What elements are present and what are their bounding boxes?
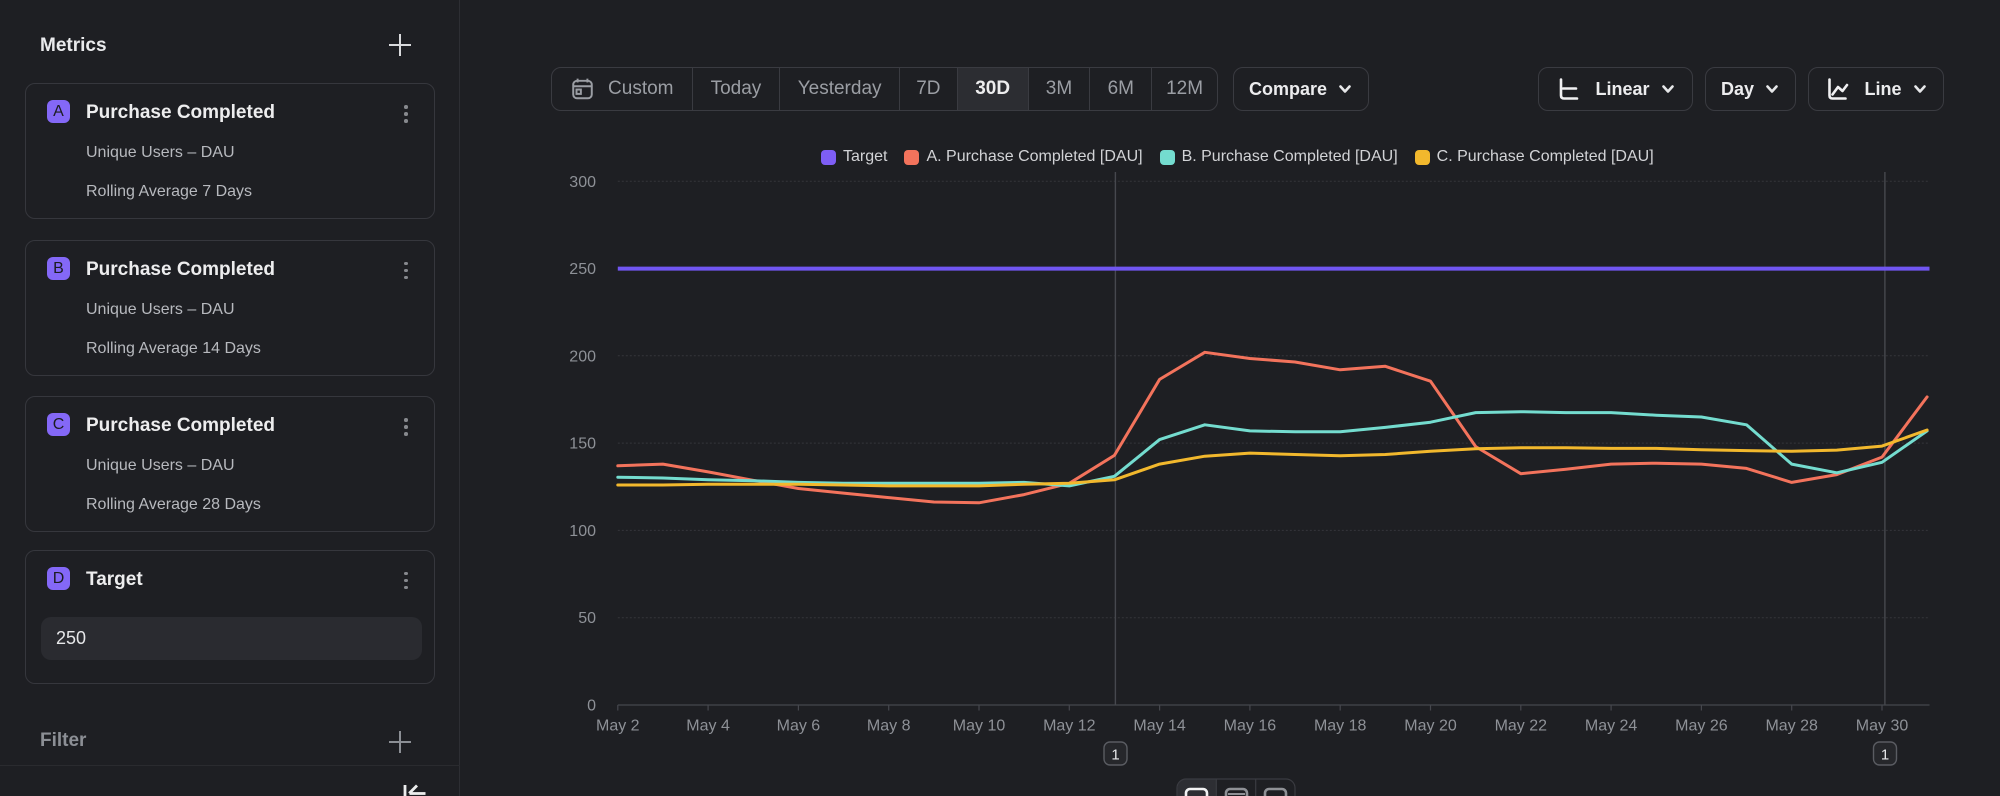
- svg-text:100: 100: [569, 523, 596, 540]
- svg-text:May 12: May 12: [1043, 718, 1096, 735]
- svg-text:May 24: May 24: [1585, 718, 1638, 735]
- svg-text:May 20: May 20: [1404, 718, 1457, 735]
- svg-text:1: 1: [1111, 747, 1119, 764]
- svg-text:May 22: May 22: [1495, 718, 1548, 735]
- svg-text:250: 250: [569, 261, 596, 278]
- svg-text:200: 200: [569, 348, 596, 365]
- svg-text:50: 50: [578, 610, 596, 627]
- svg-text:May 28: May 28: [1765, 718, 1818, 735]
- svg-text:300: 300: [569, 174, 596, 191]
- svg-text:May 4: May 4: [686, 718, 730, 735]
- svg-text:May 2: May 2: [596, 718, 640, 735]
- svg-text:May 18: May 18: [1314, 718, 1367, 735]
- svg-text:150: 150: [569, 436, 596, 453]
- svg-text:May 10: May 10: [953, 718, 1006, 735]
- svg-text:0: 0: [587, 698, 596, 715]
- svg-text:1: 1: [1881, 747, 1889, 764]
- svg-text:May 6: May 6: [777, 718, 821, 735]
- svg-text:May 30: May 30: [1856, 718, 1909, 735]
- svg-text:May 26: May 26: [1675, 718, 1728, 735]
- svg-text:May 8: May 8: [867, 718, 911, 735]
- svg-text:May 16: May 16: [1224, 718, 1277, 735]
- svg-text:May 14: May 14: [1133, 718, 1186, 735]
